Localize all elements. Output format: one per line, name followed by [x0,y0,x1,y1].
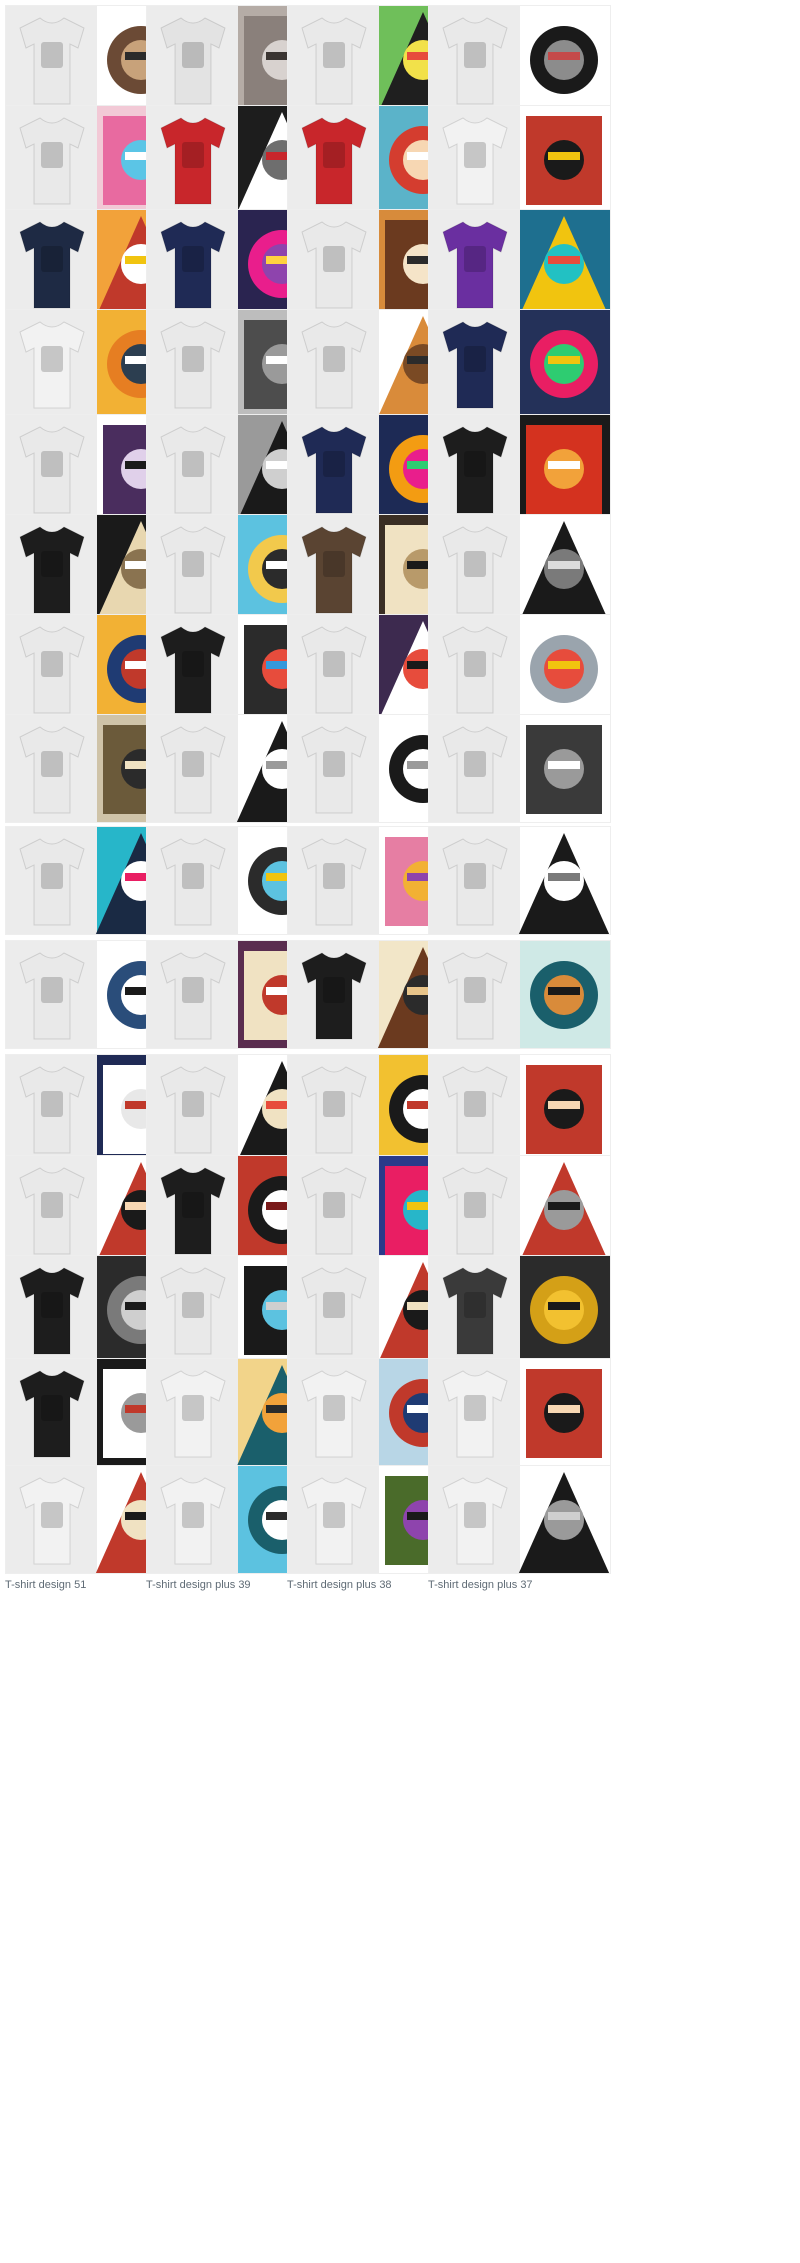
tshirt-mockup-image [300,1164,368,1256]
tshirt-mockup-image [441,723,509,815]
artwork-image [518,6,610,113]
artwork-image [518,310,610,417]
tshirt-mockup-image [159,318,227,410]
artwork-image [518,515,610,622]
tshirt-mockup-image [441,218,509,310]
tshirt-mockup-image [441,523,509,615]
tshirt-mockup-image [159,114,227,206]
tshirt-mockup-image [18,318,86,410]
artwork-image [518,1156,610,1263]
artwork-image [518,827,610,934]
product-thumbnail[interactable] [428,414,611,523]
product-thumbnail[interactable] [428,309,611,418]
tshirt-mockup-image [300,949,368,1041]
tshirt-mockup-image [159,835,227,927]
product-thumbnail[interactable] [428,614,611,723]
tshirt-mockup-image [18,1367,86,1459]
tshirt-mockup-image [18,423,86,515]
product-thumbnail[interactable] [428,1255,611,1364]
artwork-image [518,715,610,822]
artwork-image [518,1466,610,1573]
tshirt-mockup-image [159,623,227,715]
product-thumbnail[interactable] [428,1054,611,1163]
tshirt-mockup-image [300,623,368,715]
tshirt-mockup-image [441,835,509,927]
artwork-image [518,1359,610,1466]
tshirt-mockup-image [441,623,509,715]
tshirt-mockup-image [159,1474,227,1566]
tshirt-mockup-image [18,1474,86,1566]
tshirt-mockup-image [159,723,227,815]
tshirt-mockup-image [159,1367,227,1459]
tshirt-mockup-image [18,1063,86,1155]
tshirt-mockup-image [441,14,509,106]
tshirt-mockup-image [441,114,509,206]
product-grid: T-Shirt Design Plus – Cosmic ChimpT-Shir… [0,0,800,2263]
tshirt-mockup-image [441,423,509,515]
tshirt-mockup-image [18,218,86,310]
tshirt-mockup-image [300,14,368,106]
artwork-image [518,1055,610,1162]
tshirt-mockup-image [300,1264,368,1356]
tshirt-mockup-image [18,723,86,815]
tshirt-mockup-image [18,835,86,927]
tshirt-mockup-image [441,1474,509,1566]
product-thumbnail[interactable] [428,209,611,318]
product-thumbnail[interactable] [428,514,611,623]
tshirt-mockup-image [441,318,509,410]
artwork-image [518,941,610,1048]
product-thumbnail[interactable] [428,105,611,214]
product-thumbnail[interactable] [428,714,611,823]
artwork-image [518,106,610,213]
product-title-link[interactable]: T-shirt design plus 37 [428,1579,611,1592]
tshirt-mockup-image [159,1264,227,1356]
tshirt-mockup-image [300,114,368,206]
tshirt-mockup-image [300,1367,368,1459]
product-thumbnail[interactable] [428,5,611,114]
product-card[interactable]: T-shirt Design 702 [428,940,611,1067]
tshirt-mockup-image [18,949,86,1041]
artwork-image [518,615,610,722]
product-thumbnail[interactable] [428,1465,611,1574]
tshirt-mockup-image [441,1264,509,1356]
tshirt-mockup-image [441,949,509,1041]
tshirt-mockup-image [300,523,368,615]
tshirt-mockup-image [159,1164,227,1256]
tshirt-mockup-image [300,318,368,410]
tshirt-mockup-image [300,218,368,310]
product-card[interactable]: T-shirt design plus 37 [428,1465,611,1592]
tshirt-mockup-image [159,523,227,615]
tshirt-mockup-image [300,1474,368,1566]
product-thumbnail[interactable] [428,826,611,935]
tshirt-mockup-image [18,114,86,206]
tshirt-mockup-image [441,1063,509,1155]
tshirt-mockup-image [159,1063,227,1155]
artwork-image [518,1256,610,1363]
tshirt-mockup-image [18,14,86,106]
tshirt-mockup-image [300,1063,368,1155]
artwork-image [518,210,610,317]
product-thumbnail[interactable] [428,940,611,1049]
tshirt-mockup-image [18,1264,86,1356]
tshirt-mockup-image [159,423,227,515]
tshirt-mockup-image [300,835,368,927]
tshirt-mockup-image [18,623,86,715]
tshirt-mockup-image [159,949,227,1041]
product-card[interactable]: T-shirt Design 736 [428,826,611,953]
tshirt-mockup-image [159,218,227,310]
product-thumbnail[interactable] [428,1155,611,1264]
tshirt-mockup-image [441,1164,509,1256]
tshirt-mockup-image [18,523,86,615]
tshirt-mockup-image [441,1367,509,1459]
tshirt-mockup-image [159,14,227,106]
tshirt-mockup-image [300,723,368,815]
product-thumbnail[interactable] [428,1358,611,1467]
tshirt-mockup-image [300,423,368,515]
artwork-image [518,415,610,522]
tshirt-mockup-image [18,1164,86,1256]
